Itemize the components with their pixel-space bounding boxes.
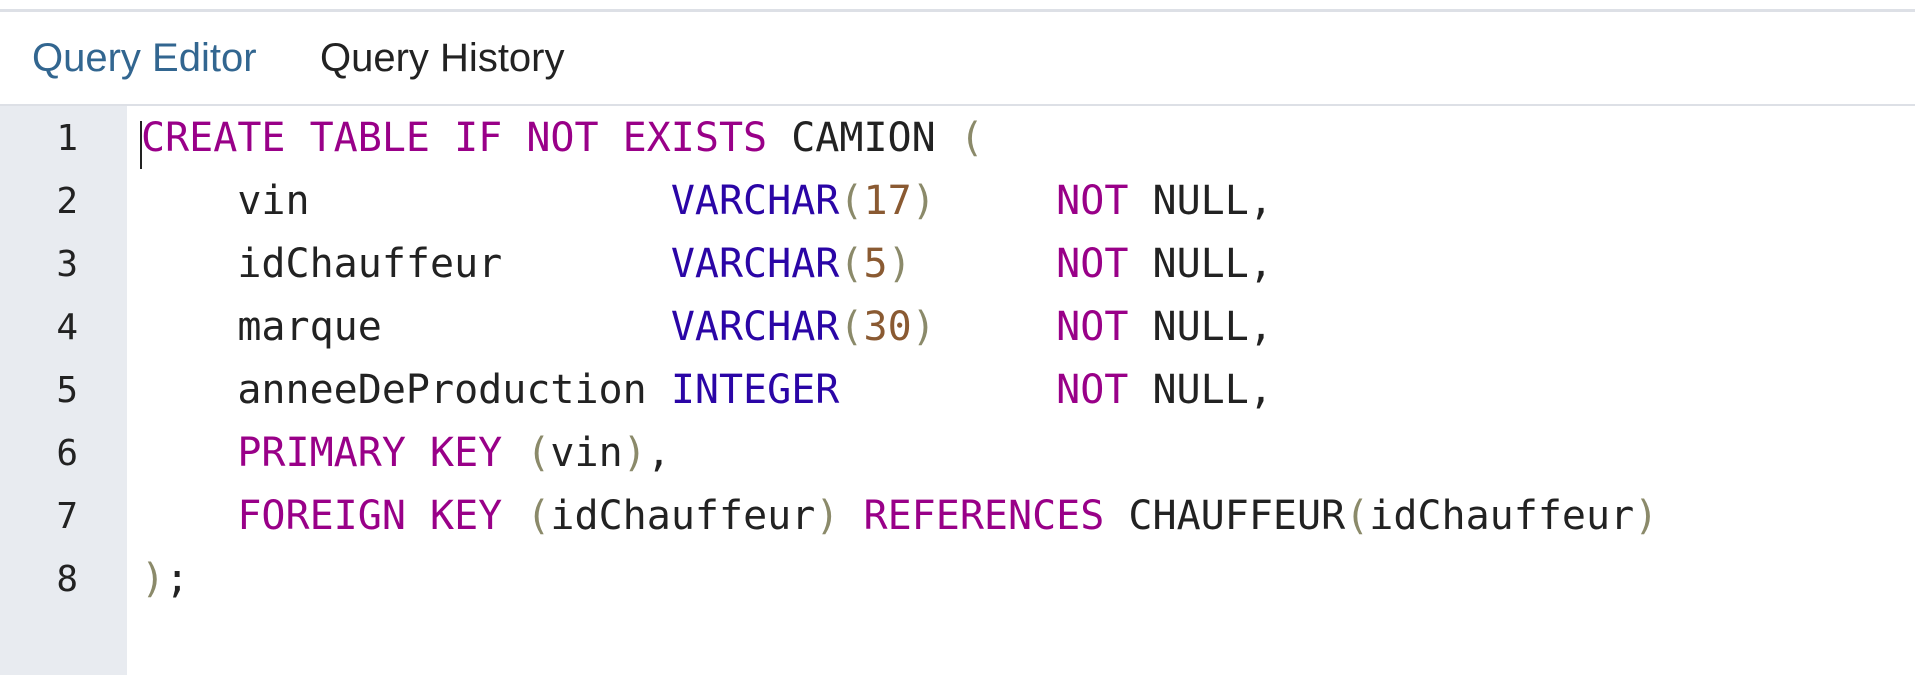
line-number: 7 — [56, 496, 78, 537]
code-token: ) — [911, 304, 936, 350]
query-tool-panel: Query Editor Query History 1 2 3 4 5 6 7… — [0, 0, 1915, 675]
line-number: 4 — [56, 307, 78, 348]
code-line[interactable]: PRIMARY KEY (vin), — [141, 422, 671, 485]
code-token: ( — [526, 493, 551, 539]
code-token: VARCHAR — [670, 241, 840, 287]
code-token: CAMION — [767, 115, 960, 161]
code-token: , — [646, 430, 671, 476]
code-token: ( — [839, 178, 864, 224]
code-token: idChauffeur — [1369, 493, 1635, 539]
code-token: NOT — [1056, 367, 1129, 413]
code-token: ) — [911, 178, 936, 224]
code-token: ( — [839, 241, 864, 287]
code-token: ) — [622, 430, 647, 476]
code-token: idChauffeur — [141, 241, 671, 287]
code-token: PRIMARY KEY — [237, 430, 503, 476]
code-token: NOT — [1056, 241, 1129, 287]
code-token: ( — [959, 115, 984, 161]
tab-query-editor[interactable]: Query Editor — [32, 12, 257, 104]
code-token: marque — [141, 304, 671, 350]
code-token: ) — [887, 241, 912, 287]
code-token: idChauffeur — [550, 493, 816, 539]
code-token: FOREIGN KEY — [237, 493, 503, 539]
code-line[interactable]: anneeDeProduction INTEGER NOT NULL, — [141, 359, 1273, 422]
code-token: ) — [815, 493, 840, 539]
code-line[interactable]: vin VARCHAR(17) NOT NULL, — [141, 170, 1273, 233]
code-token: NOT — [1056, 178, 1129, 224]
code-token: CHAUFFEUR — [1104, 493, 1346, 539]
line-number: 1 — [56, 118, 78, 159]
text-cursor — [140, 121, 142, 169]
line-number: 6 — [56, 433, 78, 474]
line-number: 3 — [56, 244, 78, 285]
code-token: 5 — [863, 241, 888, 287]
line-number: 5 — [56, 370, 78, 411]
code-token: NULL, — [1128, 178, 1273, 224]
code-token: NULL, — [1128, 367, 1273, 413]
code-token: vin — [141, 178, 671, 224]
code-token: VARCHAR — [670, 178, 840, 224]
line-number: 2 — [56, 181, 78, 222]
line-number: 8 — [56, 559, 78, 600]
code-token: vin — [550, 430, 623, 476]
code-token: 17 — [863, 178, 912, 224]
code-token: REFERENCES — [863, 493, 1105, 539]
code-token: 30 — [863, 304, 912, 350]
sql-code-editor[interactable]: 1 2 3 4 5 6 7 8 CREATE TABLE IF NOT EXIS… — [0, 106, 1915, 675]
code-token: ) — [141, 556, 166, 602]
code-token: anneeDeProduction — [141, 367, 671, 413]
code-token: INTEGER — [670, 367, 840, 413]
top-divider — [0, 0, 1915, 12]
code-token: NULL, — [1128, 304, 1273, 350]
tab-query-history[interactable]: Query History — [320, 12, 565, 104]
code-token: ) — [1634, 493, 1659, 539]
code-token: NOT — [1056, 304, 1129, 350]
line-number-gutter: 1 2 3 4 5 6 7 8 — [0, 106, 127, 675]
code-token: VARCHAR — [670, 304, 840, 350]
code-token: ; — [165, 556, 190, 602]
code-token: ( — [526, 430, 551, 476]
code-token: NULL, — [1128, 241, 1273, 287]
code-token: ( — [1345, 493, 1370, 539]
code-line[interactable]: ); — [141, 548, 189, 611]
code-line[interactable]: CREATE TABLE IF NOT EXISTS CAMION ( — [141, 107, 984, 170]
tab-bar: Query Editor Query History — [0, 12, 1915, 115]
code-token: ( — [839, 304, 864, 350]
code-line[interactable]: FOREIGN KEY (idChauffeur) REFERENCES CHA… — [141, 485, 1658, 548]
code-token: CREATE TABLE IF NOT EXISTS — [141, 115, 768, 161]
code-line[interactable]: idChauffeur VARCHAR(5) NOT NULL, — [141, 233, 1273, 296]
code-line[interactable]: marque VARCHAR(30) NOT NULL, — [141, 296, 1273, 359]
